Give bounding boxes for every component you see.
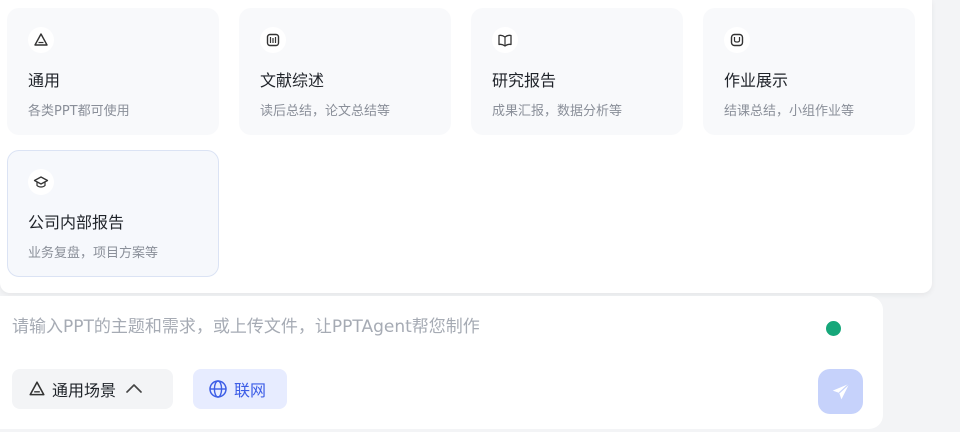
chevron-up-icon — [126, 384, 142, 393]
scene-title: 通用 — [28, 71, 61, 90]
scene-description: 结课总结，小组作业等 — [724, 104, 855, 119]
web-search-label: 联网 — [234, 381, 267, 400]
web-search-toggle[interactable]: 联网 — [193, 369, 287, 409]
scene-title: 公司内部报告 — [28, 213, 125, 232]
send-icon — [832, 382, 850, 399]
status-indicator — [826, 321, 841, 336]
scene-description: 读后总结，论文总结等 — [260, 104, 391, 119]
scene-description: 业务复盘，项目方案等 — [28, 246, 159, 261]
scene-selector-button[interactable]: 通用场景 — [12, 369, 173, 409]
open-book-icon — [492, 27, 518, 53]
book-icon — [260, 27, 286, 53]
prompt-input[interactable] — [12, 314, 792, 340]
globe-icon — [209, 380, 227, 398]
scene-description: 成果汇报，数据分析等 — [492, 104, 623, 119]
prompt-composer: 通用场景 联网 — [0, 296, 883, 429]
triangle-icon — [28, 27, 54, 53]
assignment-icon — [724, 27, 750, 53]
scene-card-assignment[interactable]: 作业展示 结课总结，小组作业等 — [703, 8, 915, 135]
scene-card-company-report[interactable]: 公司内部报告 业务复盘，项目方案等 — [7, 150, 219, 277]
triangle-icon — [29, 381, 45, 396]
scene-description: 各类PPT都可使用 — [28, 104, 130, 119]
scene-card-general[interactable]: 通用 各类PPT都可使用 — [7, 8, 219, 135]
scene-card-research-report[interactable]: 研究报告 成果汇报，数据分析等 — [471, 8, 683, 135]
scene-title: 文献综述 — [260, 71, 325, 90]
scene-title: 研究报告 — [492, 71, 557, 90]
scene-panel: 通用 各类PPT都可使用 文献综述 读后总结，论文总结等 研究报告 成果汇报，数… — [0, 0, 932, 293]
graduation-cap-icon — [28, 169, 54, 195]
scene-title: 作业展示 — [724, 71, 789, 90]
scene-selector-label: 通用场景 — [52, 381, 117, 400]
send-button[interactable] — [818, 369, 863, 414]
scene-card-literature-review[interactable]: 文献综述 读后总结，论文总结等 — [239, 8, 451, 135]
